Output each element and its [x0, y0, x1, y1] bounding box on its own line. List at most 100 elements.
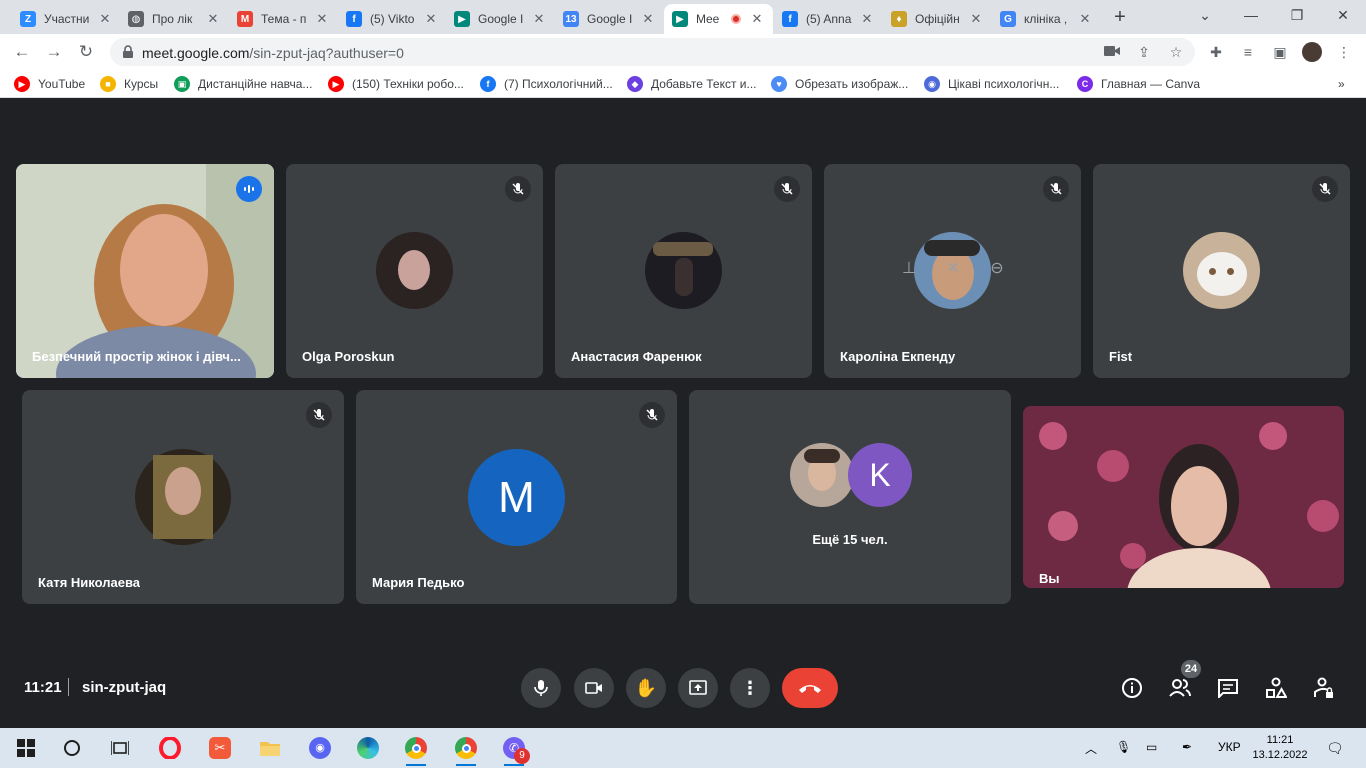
bookmark-item[interactable]: ▣ Дистанційне навча... [174, 76, 312, 92]
edge-icon[interactable] [356, 736, 380, 760]
forward-icon[interactable]: → [42, 40, 66, 64]
share-icon[interactable]: ⇪ [1134, 42, 1154, 62]
participant-tile[interactable]: M Мария Педько [356, 390, 677, 604]
file-explorer-icon[interactable] [258, 736, 282, 760]
close-tab-icon[interactable]: ✕ [531, 11, 547, 27]
mic-off-icon [1312, 176, 1338, 202]
participant-tile-speaker[interactable]: Безпечний простір жінок і дівч... [16, 164, 274, 378]
close-tab-icon[interactable]: ✕ [205, 11, 221, 27]
search-icon[interactable] [60, 736, 84, 760]
camera-button[interactable] [574, 668, 614, 708]
bookmark-label: Цікаві психологічн... [948, 77, 1060, 91]
browser-tab[interactable]: f (5) Vikto ✕ [338, 4, 447, 34]
pen-icon[interactable]: ✒ [1182, 740, 1192, 754]
browser-icon: ◉ [924, 76, 940, 92]
browser-tab[interactable]: 13 Google I ✕ [555, 4, 664, 34]
tab-label: Офіційн [915, 12, 960, 26]
camera-indicator-icon[interactable] [1102, 42, 1122, 62]
back-icon[interactable]: ← [10, 40, 34, 64]
mic-off-icon [639, 402, 665, 428]
people-icon[interactable] [1166, 674, 1194, 702]
discord-icon[interactable]: ◉ [308, 736, 332, 760]
system-date: 13.12.2022 [1252, 749, 1308, 761]
opera-icon[interactable] [158, 736, 182, 760]
close-window-button[interactable]: ✕ [1320, 0, 1366, 34]
close-tab-icon[interactable]: ✕ [1077, 11, 1093, 27]
chrome-icon[interactable] [404, 736, 428, 766]
browser-tab[interactable]: ▶ Google I ✕ [446, 4, 555, 34]
tab-label: Google I [478, 12, 524, 26]
browser-tab[interactable]: ◍ Про лік ✕ [120, 4, 229, 34]
close-tab-icon[interactable]: ✕ [640, 11, 656, 27]
mute-participant-icon[interactable]: ✕ [942, 258, 964, 280]
maximize-button[interactable]: ❐ [1274, 0, 1320, 34]
bookmark-item[interactable]: ◉ Цікаві психологічн... [924, 76, 1059, 92]
more-bookmarks-icon[interactable]: » [1338, 76, 1345, 92]
close-tab-icon[interactable]: ✕ [97, 11, 113, 27]
browser-tab[interactable]: Gклініка , ✕ [992, 4, 1101, 34]
participant-tile[interactable]: ⊥ ✕ ⊖ Кароліна Екпенду [824, 164, 1081, 378]
close-tab-icon[interactable]: ✕ [968, 11, 984, 27]
bookmark-item[interactable]: ■ Курсы [100, 76, 158, 92]
bookmark-star-icon[interactable]: ☆ [1166, 42, 1186, 62]
activities-icon[interactable] [1262, 674, 1290, 702]
close-tab-icon[interactable]: ✕ [314, 11, 330, 27]
profile-avatar[interactable] [1302, 42, 1322, 62]
new-tab-button[interactable]: + [1108, 6, 1132, 30]
present-screen-button[interactable] [678, 668, 718, 708]
chat-icon[interactable] [1214, 674, 1242, 702]
browser-tab[interactable]: ▶ Mee ✕ [664, 4, 773, 34]
remove-participant-icon[interactable]: ⊖ [986, 258, 1008, 280]
microphone-button[interactable] [521, 668, 561, 708]
bookmark-item[interactable]: f (7) Психологічний... [480, 76, 613, 92]
lock-icon[interactable] [122, 45, 134, 59]
more-options-button[interactable]: ⋮ [730, 668, 770, 708]
end-call-button[interactable] [782, 668, 838, 708]
participant-tile[interactable]: Катя Николаева [22, 390, 344, 604]
windows-start-icon[interactable] [14, 736, 38, 760]
tab-search-icon[interactable]: ⌄ [1182, 0, 1228, 34]
show-hidden-icons[interactable]: ︿ [1085, 740, 1097, 757]
bookmark-label: Обрезать изображ... [795, 77, 909, 91]
viber-icon[interactable]: ✆ 9 [502, 736, 530, 766]
more-participants-tile[interactable]: K Ещё 15 чел. [689, 390, 1011, 604]
language-indicator[interactable]: УКР [1218, 740, 1241, 754]
close-tab-icon[interactable]: ✕ [423, 11, 439, 27]
raise-hand-button[interactable]: ✋ [626, 668, 666, 708]
close-tab-icon[interactable]: ✕ [859, 11, 875, 27]
battery-icon[interactable]: ▭ [1146, 740, 1157, 754]
browser-tab[interactable]: M Тема - п ✕ [229, 4, 338, 34]
mic-tray-icon[interactable]: 🎙 [1116, 740, 1131, 754]
classroom-icon: ■ [100, 76, 116, 92]
minimize-button[interactable]: — [1228, 0, 1274, 34]
system-clock[interactable]: 11:21 13.12.2022 [1247, 733, 1313, 763]
reload-icon[interactable]: ↻ [74, 40, 98, 64]
extensions-icon[interactable]: ✚ [1206, 42, 1226, 62]
bookmark-item[interactable]: ◆ Добавьте Текст и... [627, 76, 757, 92]
bookmark-item[interactable]: ♥ Обрезать изображ... [771, 76, 908, 92]
participant-name: Кароліна Екпенду [840, 349, 956, 364]
participant-tile[interactable]: Fist [1093, 164, 1350, 378]
hangup-icon [799, 685, 821, 693]
address-bar[interactable]: meet.google.com/sin-zput-jaq?authuser=0 … [110, 38, 1195, 66]
browser-tab[interactable]: Z Участни ✕ [12, 4, 121, 34]
bookmark-item[interactable]: C Главная — Canva [1077, 76, 1200, 92]
pin-icon[interactable]: ⊥ [898, 258, 920, 280]
notifications-icon[interactable]: 🗨 [1326, 740, 1344, 757]
participant-tile[interactable]: Olga Poroskun [286, 164, 543, 378]
participant-tile[interactable]: Анастасия Фаренюк [555, 164, 812, 378]
side-panel-icon[interactable]: ▣ [1270, 42, 1290, 62]
close-tab-icon[interactable]: ✕ [749, 11, 765, 27]
browser-tab[interactable]: f (5) Anna ✕ [774, 4, 883, 34]
host-controls-icon[interactable] [1310, 674, 1338, 702]
meeting-details-icon[interactable] [1118, 674, 1146, 702]
task-view-icon[interactable] [108, 736, 132, 760]
bookmark-item[interactable]: ▶ YouTube [14, 76, 85, 92]
menu-icon[interactable]: ⋮ [1334, 42, 1354, 62]
screenshot-tool-icon[interactable]: ✂ [208, 736, 232, 760]
chrome-profile-icon[interactable] [454, 736, 478, 766]
media-control-icon[interactable]: ≡ [1238, 42, 1258, 62]
bookmark-item[interactable]: ▶ (150) Техніки робо... [328, 76, 464, 92]
self-view-tile[interactable]: Вы [1023, 406, 1344, 588]
browser-tab[interactable]: ♦ Офіційн ✕ [883, 4, 992, 34]
